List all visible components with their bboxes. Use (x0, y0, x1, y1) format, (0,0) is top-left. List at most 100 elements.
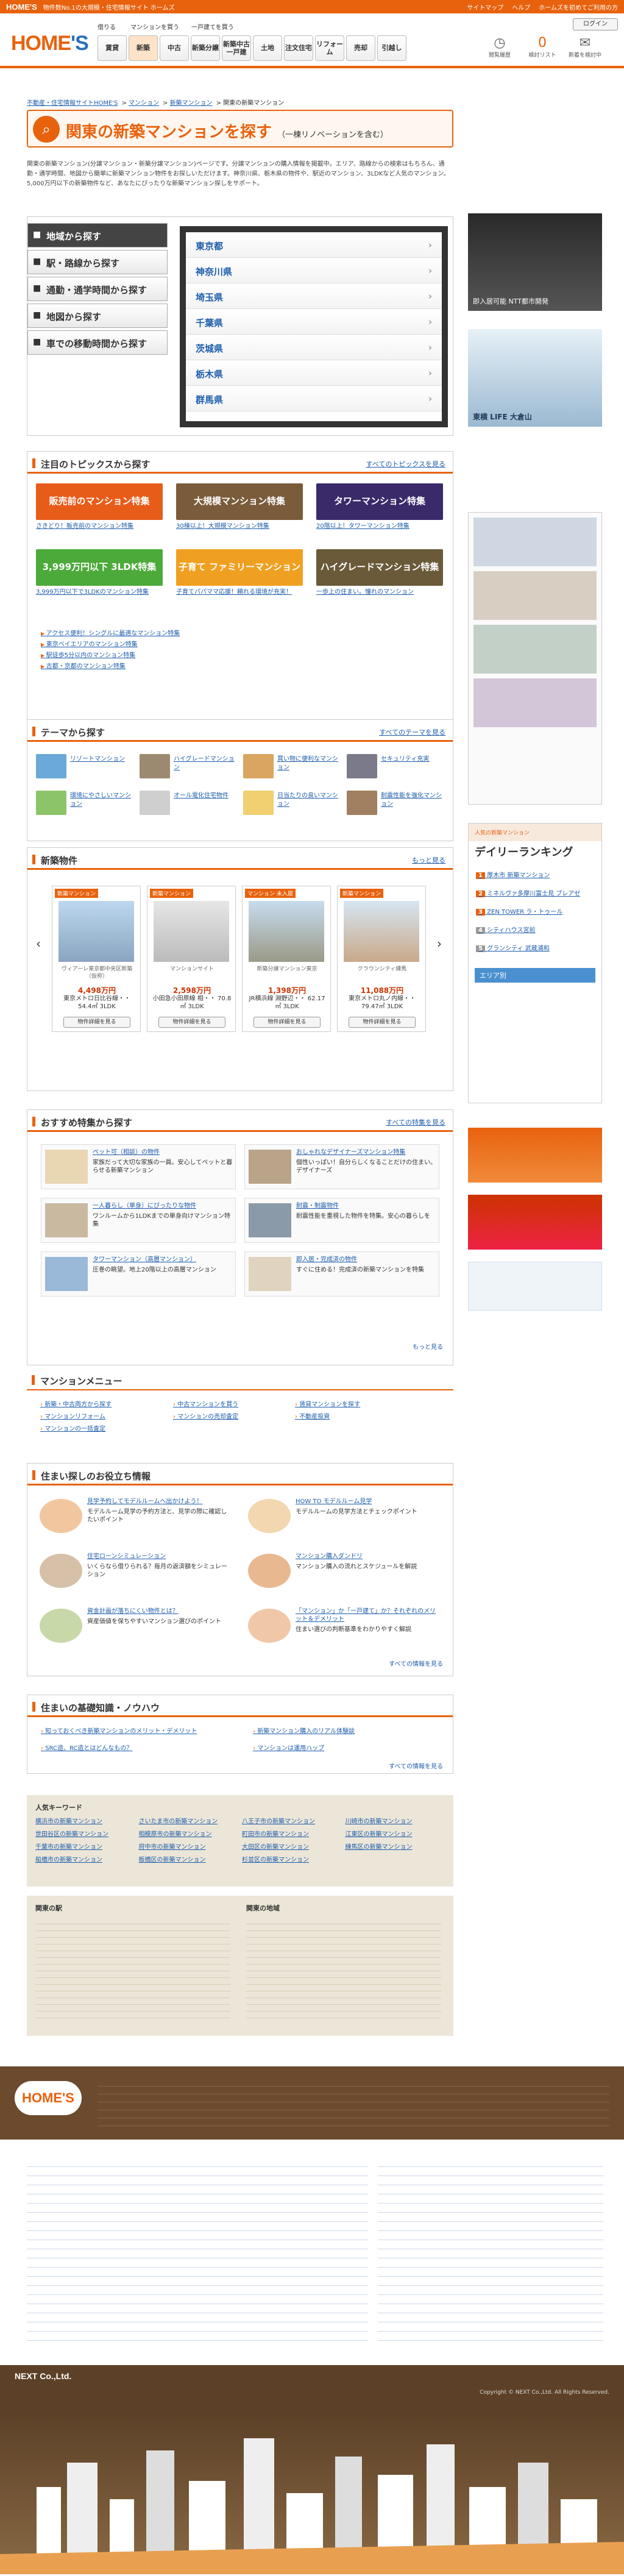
top-link-sitemap[interactable]: サイトマップ (467, 2, 503, 12)
pref-tokyo[interactable]: 東京都 › (186, 232, 442, 258)
station-links[interactable] (35, 1918, 230, 2021)
region-links[interactable] (246, 1918, 441, 2021)
property-card[interactable]: 新築マンション クラウンシティ練馬 11,088万円 東京メトロ丸ノ内線・・ 79.4… (337, 886, 426, 1032)
menu-item[interactable]: 賃貸マンションを探す (295, 1399, 360, 1408)
keyword-link[interactable]: 府中市の新築マンション (139, 1841, 238, 1851)
topic-card[interactable]: 3,999万円以下 3LDK特集 3,999万円以下で3LDKのマンション特集 (36, 549, 163, 596)
property-detail-button[interactable]: 物件詳細を見る (63, 1017, 130, 1028)
tip-item[interactable]: 「マンション」か「一戸建て」か？それぞれのメリット＆デメリット 住まい選びの判断基… (244, 1604, 439, 1649)
tab-station[interactable]: ■ 駅・路線から探す (27, 250, 168, 274)
nav-shinchiku-bunjo[interactable]: 新築分譲 (191, 35, 220, 61)
feature-item[interactable]: 耐震・制震物件 耐震性能を重視した物件を特集。安心の暮らしを (244, 1198, 439, 1243)
feature-item[interactable]: 一人暮らし（単身）にぴったりな物件 ワンルームから1LDKまでの単身向けマンション… (41, 1198, 236, 1243)
property-detail-button[interactable]: 物件詳細を見る (349, 1017, 416, 1028)
feature-item[interactable]: ペット可（相談）の物件 家族だって大切な家族の一員。安心してペットと暮らせる新築マ… (41, 1144, 236, 1189)
ad-banner-rakuten[interactable] (468, 1195, 602, 1250)
ranking-item[interactable]: 4 シティハウス宮前 (476, 922, 594, 940)
tab-map[interactable]: ■ 地図から探す (27, 304, 168, 328)
topic-card[interactable]: 子育て ファミリーマンション 子育てパパママ応援！頼れる環境が充実！ (176, 549, 303, 596)
login-button[interactable]: ログイン (573, 18, 618, 30)
keyword-link[interactable]: 練馬区の新築マンション (346, 1841, 444, 1851)
company-logo[interactable]: NEXT Co.,Ltd. (15, 2371, 71, 2381)
feature-item[interactable]: おしゃれなデザイナーズマンション特集 個性いっぱい！自分らしくなることだけの住まい… (244, 1144, 439, 1189)
knowhow-item[interactable]: 知っておくべき新築マンションのメリット・デメリット (41, 1726, 197, 1735)
feature-item[interactable]: タワーマンション（高層マンション） 圧巻の眺望。地上20階以上の高層マンション (41, 1251, 236, 1297)
pref-gunma[interactable]: 群馬県 › (186, 386, 442, 411)
menu-item[interactable]: マンションリフォーム (40, 1411, 105, 1420)
ranking-item[interactable]: 5 グランシティ 武蔵浦和 (476, 940, 594, 958)
menu-item[interactable]: 新築・中古両方から探す (40, 1399, 112, 1408)
new-more-link[interactable]: もっと見る (412, 855, 445, 865)
knowhow-more-link[interactable]: すべての情報を見る (389, 1761, 448, 1770)
history-link[interactable]: ◷ 閲覧履歴 (481, 35, 518, 59)
top-link-help[interactable]: ヘルプ (512, 2, 530, 12)
theme-item[interactable]: ハイグレードマンション (140, 754, 237, 782)
nav-shinchiku[interactable]: 新築 (129, 35, 158, 61)
ranking-item[interactable]: 3 ZEN TOWER ラ・トゥール (476, 903, 594, 922)
carousel-prev-icon[interactable]: ‹ (36, 936, 41, 951)
ad-banner-interior[interactable] (468, 1262, 602, 1311)
keyword-link[interactable]: 船橋市の新築マンション (35, 1854, 134, 1863)
side-listing-image[interactable] (473, 518, 597, 566)
theme-more-link[interactable]: すべてのテーマを見る (379, 727, 445, 737)
property-card[interactable]: 新築マンション マンションサイト 2,598万円 小田急小田原線 相・・ 70.8㎡ … (147, 886, 236, 1032)
pref-ibaraki[interactable]: 茨城県 › (186, 335, 442, 360)
menu-item[interactable]: 不動産投資 (295, 1411, 330, 1420)
footer-logo[interactable]: HOME'S (15, 2081, 82, 2115)
topic-card[interactable]: 大規模マンション特集 30棟以上！大規模マンション特集 (176, 483, 303, 530)
theme-item[interactable]: リゾートマンション (36, 754, 133, 782)
ad-banner-2[interactable]: 東横 LIFE 大倉山 (468, 329, 602, 427)
keyword-link[interactable]: 町田市の新築マンション (242, 1829, 341, 1838)
topics-more-link[interactable]: すべてのトピックスを見る (366, 459, 445, 469)
property-card[interactable]: 新築マンション ヴィアーレ東京都中央区新築（仮称） 4,498万円 東京メトロ日比谷線… (52, 886, 141, 1032)
footer-link-grid[interactable] (27, 2158, 368, 2341)
tab-area[interactable]: ■ 地域から探す (27, 223, 168, 247)
ad-banner-1[interactable]: 即入居可能 NTT都市開発 (468, 213, 602, 311)
menu-item[interactable]: 中古マンションを買う (173, 1399, 238, 1408)
keyword-link[interactable]: 杉並区の新築マンション (242, 1854, 341, 1863)
breadcrumb-mansion[interactable]: マンション (129, 100, 159, 107)
theme-item[interactable]: セキュリティ充実 (347, 754, 444, 782)
side-listing-image[interactable] (473, 625, 597, 674)
keyword-link[interactable]: 川崎市の新築マンション (346, 1816, 444, 1825)
tip-item[interactable]: HOW TO モデルルーム見学 モデルルームの見学方法とチェックポイント (244, 1494, 439, 1539)
breadcrumb-shinchiku[interactable]: 新築マンション (170, 100, 213, 107)
theme-item[interactable]: 日当たりの良いマンション (243, 791, 341, 819)
nav-chumon[interactable]: 注文住宅 (284, 35, 313, 61)
keyword-link[interactable]: 横浜市の新築マンション (35, 1816, 134, 1825)
topic-link[interactable]: 古都・京都のマンション特集 (41, 661, 180, 672)
nav-baikyaku[interactable]: 売却 (346, 35, 375, 61)
doc-link[interactable]: ✉ 新着を検討中 (567, 35, 603, 59)
topic-card[interactable]: タワーマンション特集 20階以上！タワーマンション特集 (316, 483, 443, 530)
tips-more-link[interactable]: すべての情報を見る (389, 1659, 448, 1668)
top-link-beginner[interactable]: ホームズを初めてご利用の方 (539, 2, 618, 12)
nav-top-buy-house[interactable]: 一戸建てを買う (191, 22, 234, 31)
theme-item[interactable]: 環境にやさしいマンション (36, 791, 133, 819)
pref-tochigi[interactable]: 栃木県 › (186, 360, 442, 386)
nav-tochi[interactable]: 土地 (253, 35, 282, 61)
property-detail-button[interactable]: 物件詳細を見る (158, 1017, 225, 1028)
list-link[interactable]: 0 検討リスト (524, 35, 561, 59)
topic-card[interactable]: 販売前のマンション特集 さきどり！販売前のマンション特集 (36, 483, 163, 530)
pref-kanagawa[interactable]: 神奈川県 › (186, 258, 442, 283)
topic-card[interactable]: ハイグレードマンション特集 一歩上の住まい。憧れのマンション (316, 549, 443, 596)
tip-item[interactable]: 住宅ローンシミュレーション いくらなら借りられる？毎月の返済額をシミュレーション (36, 1549, 231, 1594)
side-listing-image[interactable] (473, 678, 597, 727)
tip-item[interactable]: 資金計画が落ちにくい物件とは？ 資産価値を保ちやすいマンション選びのポイント (36, 1604, 231, 1649)
topic-link[interactable]: 東京ベイエリアのマンション特集 (41, 639, 180, 650)
keyword-link[interactable]: 世田谷区の新築マンション (35, 1829, 134, 1838)
keyword-link[interactable]: 八王子市の新築マンション (242, 1816, 341, 1825)
keyword-link[interactable]: 江東区の新築マンション (346, 1829, 444, 1838)
osusume-more-link[interactable]: すべての特集を見る (386, 1117, 445, 1127)
property-detail-button[interactable]: 物件詳細を見る (254, 1017, 321, 1028)
site-logo[interactable]: HOME'S (11, 32, 89, 55)
keyword-link[interactable]: 相模原市の新築マンション (139, 1829, 238, 1838)
knowhow-item[interactable]: SRC造、RC造とはどんなもの？ (41, 1743, 132, 1752)
ad-banner-3[interactable] (468, 1128, 602, 1183)
pref-chiba[interactable]: 千葉県 › (186, 309, 442, 335)
tab-car[interactable]: ■ 車での移動時間から探す (27, 330, 168, 355)
property-card[interactable]: マンション 未入居 新築分譲マンション東京 1,398万円 JR横浜線 淵野辺・・ 6… (242, 886, 331, 1032)
theme-item[interactable]: 耐震性能を強化マンション (347, 791, 444, 819)
theme-item[interactable]: オール電化住宅物件 (140, 791, 237, 819)
nav-reform[interactable]: リフォーム (315, 35, 344, 61)
